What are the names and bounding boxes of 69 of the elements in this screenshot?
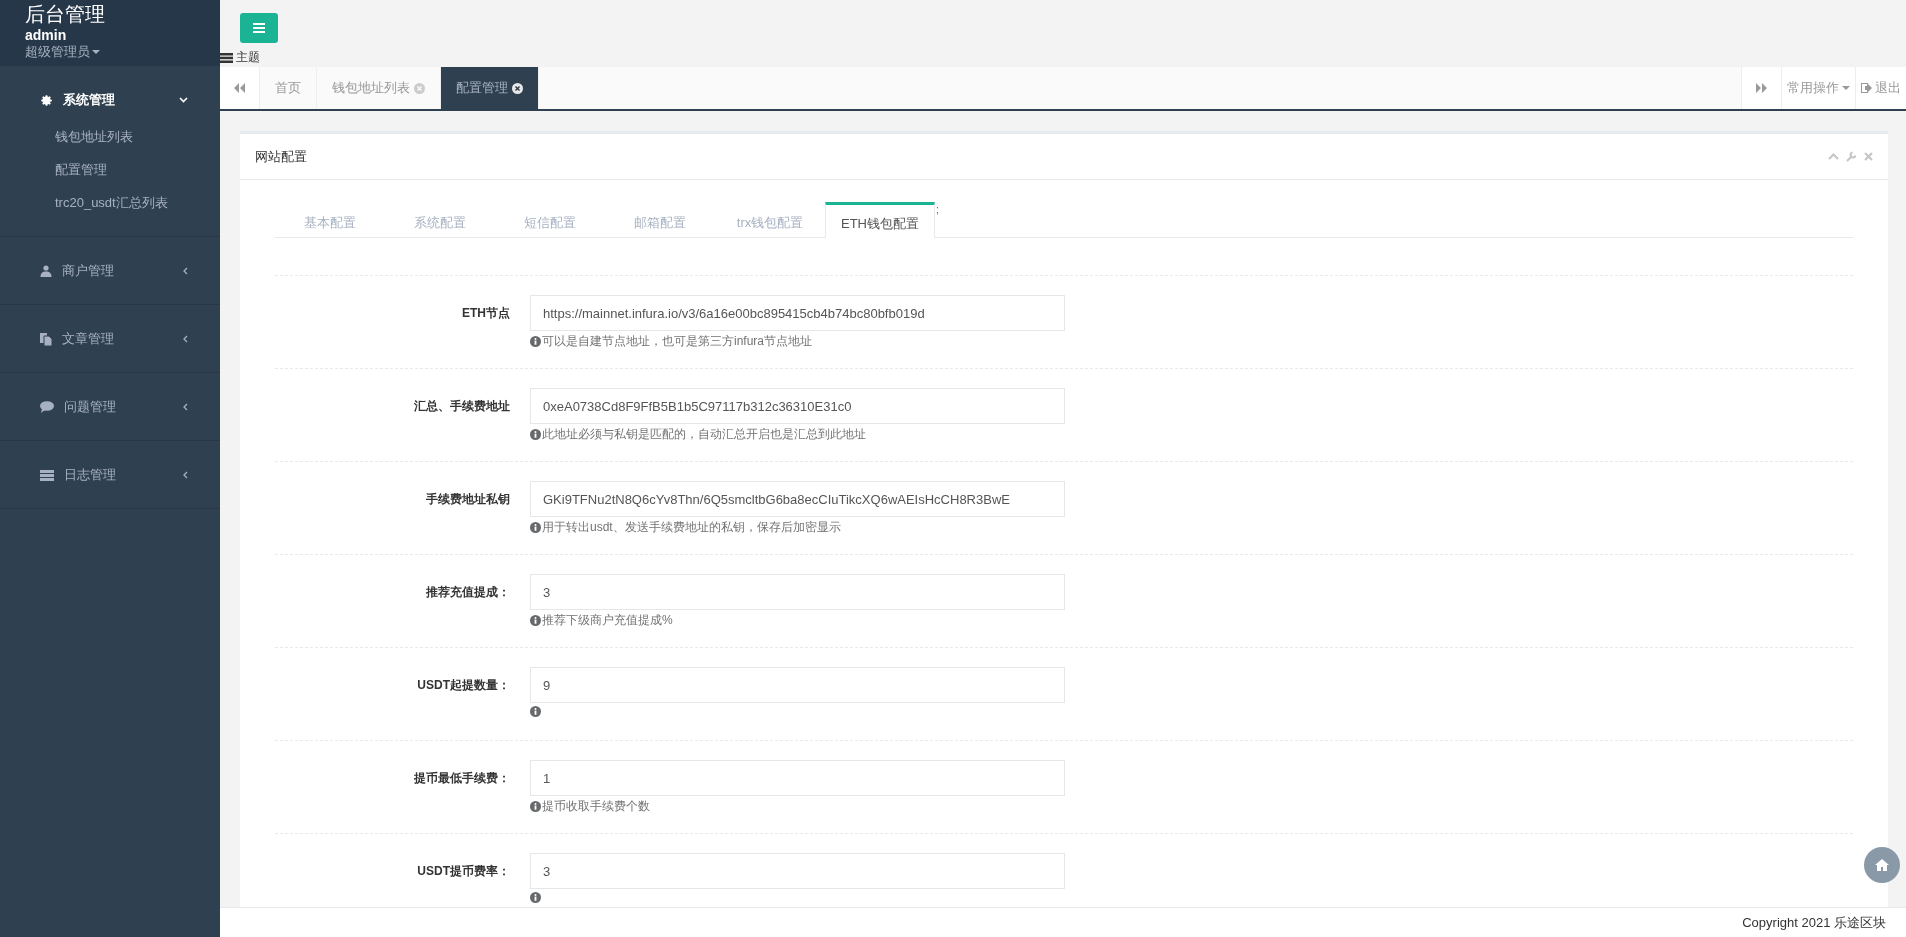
brand-title: 后台管理 xyxy=(25,2,105,26)
chevron-left-icon xyxy=(183,403,188,411)
chevron-left-icon xyxy=(183,335,188,343)
menu-item[interactable]: 系统管理 xyxy=(0,90,220,110)
text-field[interactable]: 1 xyxy=(530,760,1065,796)
menu-item[interactable]: 问题管理 xyxy=(0,397,220,417)
logout-button[interactable]: 退出 xyxy=(1855,67,1906,109)
text-field[interactable]: GKi9TFNu2tN8Q6cYv8Thn/6Q5smcltbG6ba8ecCIuTikcXQ6wAEIsHcCH8R3BwE xyxy=(530,481,1065,517)
help-text: 提币收取手续费个数 xyxy=(542,799,650,814)
page-tab[interactable]: 配置管理 xyxy=(441,67,539,109)
common-operations-dropdown[interactable]: 常用操作 xyxy=(1781,67,1855,109)
help-text: 推荐下级商户充值提成% xyxy=(542,613,673,628)
sign-out-icon xyxy=(1861,83,1872,93)
info-icon xyxy=(530,706,541,717)
help-text: 用于转出usdt、发送手续费地址的私钥，保存后加密显示 xyxy=(542,520,841,535)
field-label: USDT提币费率： xyxy=(417,863,510,880)
text-field[interactable]: 3 xyxy=(530,853,1065,889)
text-field[interactable]: 0xeA0738Cd8F9FfB5B1b5C97117b312c36310E31c0 xyxy=(530,388,1065,424)
field-label: 手续费地址私钥 xyxy=(426,491,510,508)
submenu-item[interactable]: 钱包地址列表 xyxy=(55,127,133,147)
info-icon xyxy=(530,336,541,347)
info-icon xyxy=(530,892,541,903)
role-dropdown[interactable]: 超级管理员 xyxy=(25,44,100,60)
field-label: ETH节点 xyxy=(462,305,510,322)
text-field[interactable]: https://mainnet.infura.io/v3/6a16e00bc895415cb4b74bc80bfb019d xyxy=(530,295,1065,331)
chevron-down-icon xyxy=(179,97,188,103)
submenu-item[interactable]: trc20_usdt汇总列表 xyxy=(55,193,168,213)
menu-button[interactable] xyxy=(240,13,278,43)
home-button[interactable] xyxy=(1864,847,1900,883)
files-icon xyxy=(40,332,52,346)
scroll-left-button[interactable] xyxy=(220,67,260,109)
double-arrow-right-icon xyxy=(1756,83,1767,93)
scroll-right-button[interactable] xyxy=(1741,67,1781,109)
menu-item[interactable]: 日志管理 xyxy=(0,465,220,485)
double-arrow-left-icon xyxy=(234,83,245,93)
wrench-icon[interactable] xyxy=(1846,151,1857,162)
menu-item[interactable]: 文章管理 xyxy=(0,329,220,349)
info-icon xyxy=(530,801,541,812)
card-title: 网站配置 xyxy=(255,147,308,166)
info-icon xyxy=(530,522,541,533)
page-tab[interactable]: 首页 xyxy=(260,67,317,109)
list-icon xyxy=(220,52,233,63)
copyright-text: Copyright 2021 乐途区块 xyxy=(1742,913,1886,932)
stray-text: ; xyxy=(936,204,939,215)
submenu-item[interactable]: 配置管理 xyxy=(55,160,107,180)
speech-bubble-icon xyxy=(40,401,54,413)
text-field[interactable]: 3 xyxy=(530,574,1065,610)
help-text: 可以是自建节点地址，也可是第三方infura节点地址 xyxy=(542,334,813,349)
field-label: 汇总、手续费地址 xyxy=(414,398,510,415)
menu-icon xyxy=(253,23,265,33)
user-name: admin xyxy=(25,26,67,44)
info-icon xyxy=(530,615,541,626)
list-icon xyxy=(40,469,54,481)
user-icon xyxy=(40,265,52,277)
theme-link[interactable]: 主题 xyxy=(236,49,260,66)
gear-icon xyxy=(40,93,53,107)
chevron-left-icon xyxy=(183,267,188,275)
close-icon[interactable] xyxy=(512,82,523,94)
config-tab[interactable]: ETH钱包配置 xyxy=(825,202,935,238)
chevron-up-icon[interactable] xyxy=(1828,153,1839,160)
menu-item[interactable]: 商户管理 xyxy=(0,261,220,281)
help-text: 此地址必须与私钥是匹配的，自动汇总开启也是汇总到此地址 xyxy=(542,427,866,442)
field-label: 提币最低手续费： xyxy=(414,770,510,787)
chevron-left-icon xyxy=(183,471,188,479)
field-label: USDT起提数量： xyxy=(417,677,510,694)
house-icon xyxy=(1875,859,1889,871)
field-label: 推荐充值提成： xyxy=(426,584,510,601)
text-field[interactable]: 9 xyxy=(530,667,1065,703)
info-icon xyxy=(530,429,541,440)
